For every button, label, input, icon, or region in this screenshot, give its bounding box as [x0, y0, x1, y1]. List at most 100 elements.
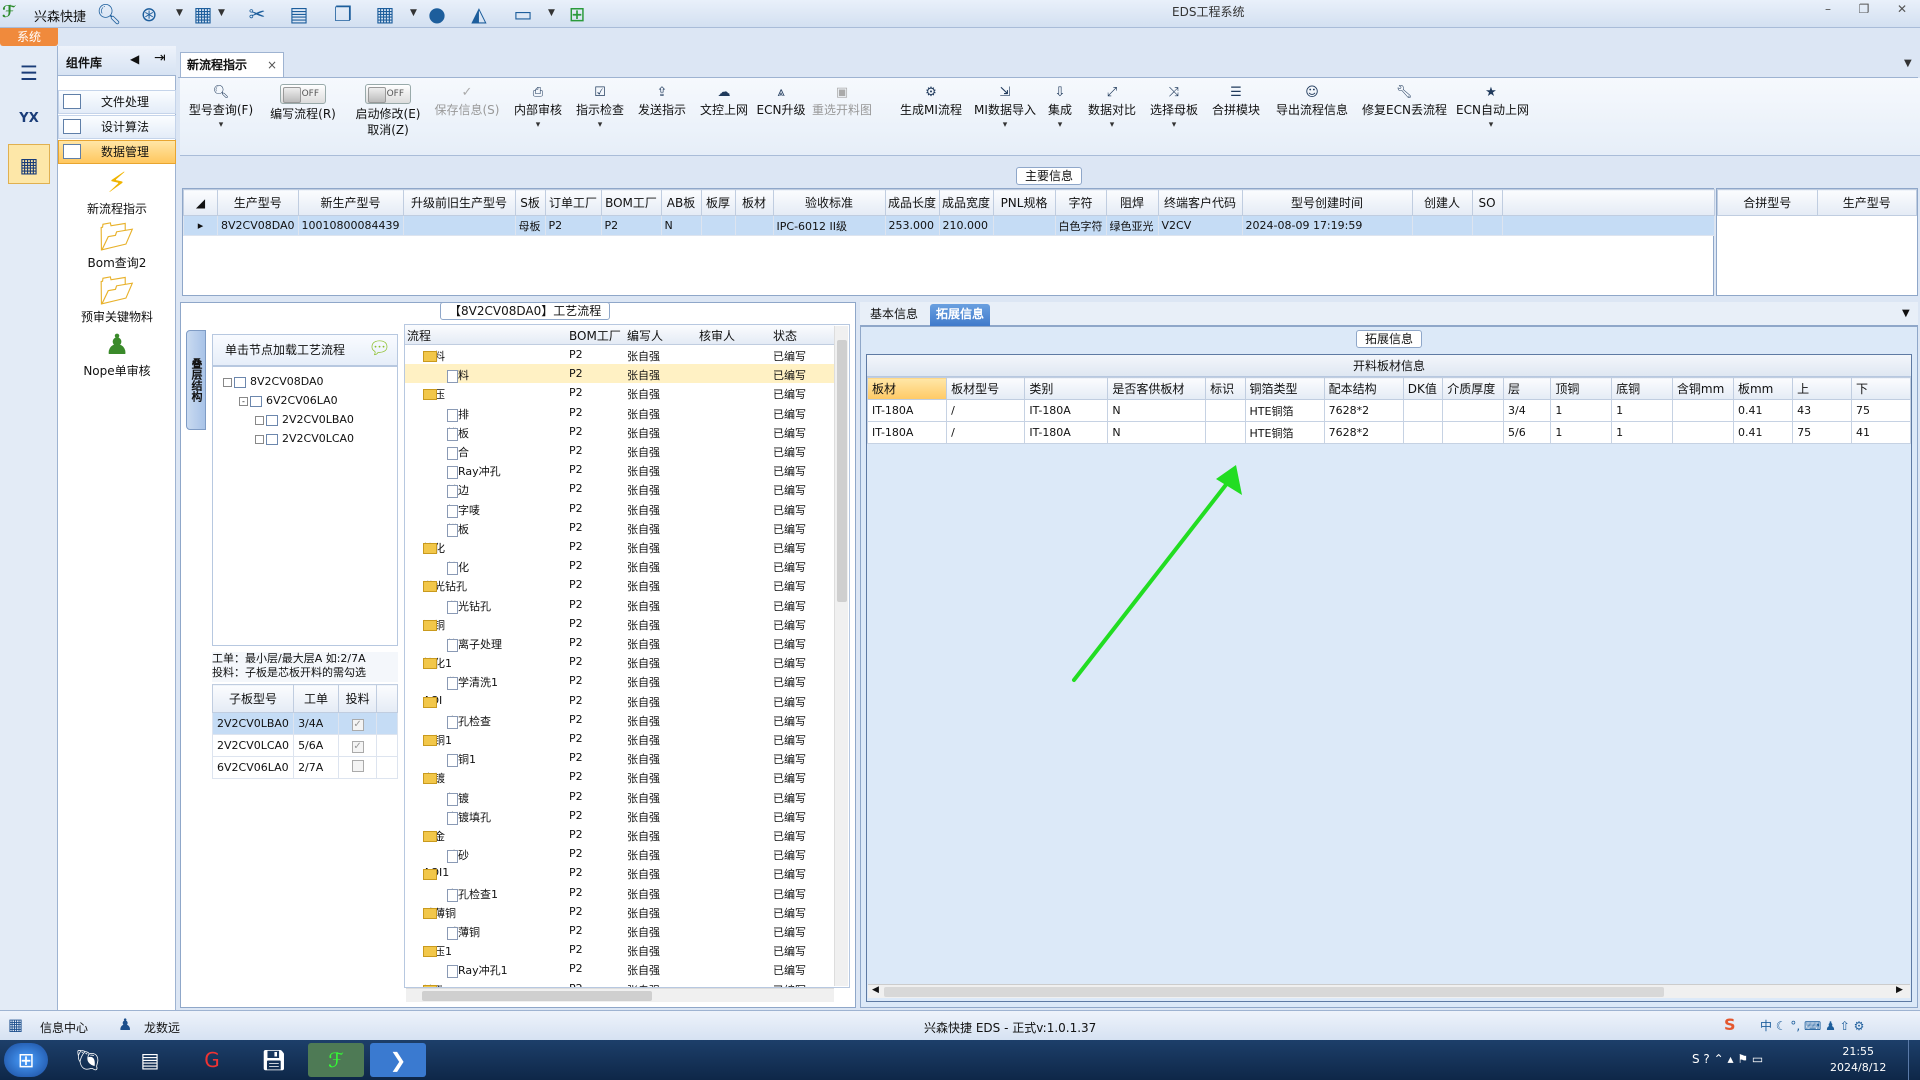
ime-logo-icon[interactable]: S	[1724, 1015, 1736, 1034]
process-row[interactable]: 喷砂 P2 张自强 已编写	[405, 844, 835, 864]
nope-review-button[interactable]: ♟ Nope单审核	[58, 328, 176, 379]
collapse-left-icon[interactable]: ◀	[130, 52, 139, 66]
process-row[interactable]: X-Ray冲孔1 P2 张自强 已编写	[405, 959, 835, 979]
table-cell[interactable]: N	[660, 215, 702, 236]
process-row[interactable]: −沉金 P2 张自强 已编写	[405, 825, 835, 844]
table-cell[interactable]: V2CV	[1157, 215, 1243, 236]
tree-node[interactable]: 8V2CV08DA0	[223, 375, 324, 388]
start-modify-toggle[interactable]: OFF 启动修改(E) 取消(Z)	[348, 84, 428, 148]
table-cell[interactable]: /	[946, 421, 1026, 444]
process-row[interactable]: 板镀 P2 张自强 已编写	[405, 787, 835, 806]
horizontal-scrollbar[interactable]: ◀ ▶	[868, 984, 1910, 998]
table-row[interactable]: ▸ 8V2CV08DA0 10010800084439 母板 P2 P2 N IPC-6012…	[183, 215, 1716, 236]
column-header[interactable]: 标识	[1205, 377, 1246, 400]
scrollbar-thumb[interactable]	[884, 987, 1664, 997]
eds-app-icon[interactable]: ℱ	[308, 1043, 364, 1077]
area-chart-icon[interactable]: ◭	[466, 2, 492, 26]
cancel-label[interactable]: 取消(Z)	[348, 122, 428, 138]
shell-app-icon[interactable]: 🐚︎	[60, 1043, 116, 1077]
table-cell[interactable]	[992, 215, 1056, 236]
expand-toggle-icon[interactable]	[255, 434, 264, 444]
column-header[interactable]: 生产型号	[1816, 189, 1917, 216]
column-header[interactable]: 板mm	[1732, 377, 1794, 400]
chevron-down-icon[interactable]: ▾	[1042, 118, 1078, 132]
process-row[interactable]: 激光钻孔 P2 张自强 已编写	[405, 595, 835, 614]
sub-board-model[interactable]: 2V2CV0LCA0	[211, 734, 295, 757]
node-checkbox[interactable]	[234, 376, 246, 388]
table-cell[interactable]: 0.41	[1732, 399, 1794, 422]
table-cell[interactable]: 75	[1792, 421, 1853, 444]
column-header[interactable]: 验收标准	[772, 189, 886, 216]
column-header[interactable]: 成品宽度	[938, 189, 994, 216]
process-row[interactable]: 开料 P2 张自强 已编写	[405, 364, 835, 384]
table-cell[interactable]: 母板	[514, 215, 546, 236]
system-menu-tab[interactable]: 系统	[0, 28, 58, 46]
table-row[interactable]: IT-180A / IT-180A N HTE铜箔 7628*2 3/4 1 1 0.41 43 75	[866, 399, 1911, 422]
process-row[interactable]: 预排 P2 张自强 已编写	[405, 403, 835, 422]
table-cell[interactable]	[1205, 421, 1246, 444]
menu-item-design-algorithm[interactable]: 设计算法	[58, 115, 176, 139]
fix-ecn-lost-flow-button[interactable]: 🔧︎ 修复ECN丢流程	[1362, 84, 1447, 148]
model-query-button[interactable]: 🔍︎ 型号查询(F) ▾	[186, 84, 256, 148]
tab-close-icon[interactable]: ×	[267, 53, 277, 77]
table-cell[interactable]: 5/6	[1503, 421, 1552, 444]
table-cell[interactable]: 0.41	[1732, 421, 1794, 444]
column-header[interactable]: 核审人	[699, 327, 735, 344]
table-cell[interactable]: P2	[544, 215, 602, 236]
table-cell[interactable]: 白色字符	[1054, 215, 1107, 236]
table-cell[interactable]: 1	[1611, 399, 1673, 422]
ecn-auto-online-button[interactable]: ★ ECN自动上网 ▾	[1456, 84, 1529, 148]
table-cell[interactable]: 41	[1851, 421, 1911, 444]
grid-icon[interactable]: ▦	[8, 1015, 23, 1034]
process-row[interactable]: 排板 P2 张自强 已编写	[405, 422, 835, 441]
process-row[interactable]: 铣边 P2 张自强 已编写	[405, 479, 835, 499]
tab-new-flow-instruction[interactable]: 新流程指示 ×	[180, 52, 284, 78]
chevron-down-icon[interactable]: ▾	[1084, 118, 1140, 132]
chevron-down-icon[interactable]: ▼	[410, 8, 417, 18]
process-row[interactable]: X-Ray冲孔 P2 张自强 已编写	[405, 460, 835, 480]
save-info-button[interactable]: ✓ 保存信息(S)	[432, 84, 502, 148]
tree-node[interactable]: 2V2CV0LBA0	[255, 413, 354, 426]
pin-icon[interactable]: ⇥	[154, 50, 166, 66]
column-header[interactable]: BOM工厂	[569, 327, 621, 344]
feed-checkbox[interactable]: ✓	[351, 718, 364, 731]
table-cell[interactable]	[700, 215, 736, 236]
work-order[interactable]: 5/6A	[293, 734, 339, 757]
process-row[interactable]: −沉铜1 P2 张自强 已编写	[405, 729, 835, 748]
column-header[interactable]: 生产型号	[217, 189, 299, 216]
scroll-right-icon[interactable]: ▶	[1896, 985, 1903, 995]
column-header[interactable]: 板厚	[700, 189, 736, 216]
send-instruction-button[interactable]: ⇪ 发送指示	[634, 84, 690, 148]
tab-basic-info[interactable]: 基本信息	[864, 304, 924, 326]
column-header[interactable]: 新生产型号	[297, 189, 404, 216]
table-cell[interactable]: P2	[600, 215, 662, 236]
instruction-check-button[interactable]: ☑ 指示检查 ▾	[572, 84, 628, 148]
horizontal-scrollbar[interactable]	[406, 988, 834, 1002]
work-order[interactable]: 3/4A	[293, 712, 339, 735]
table-cell[interactable]: 43	[1792, 399, 1853, 422]
prereview-key-material-button[interactable]: 📂︎ 预审关键物料	[58, 274, 176, 325]
table-cell[interactable]: IT-180A	[866, 421, 948, 444]
scrollbar-thumb[interactable]	[422, 991, 652, 1001]
process-row[interactable]: 沉铜1 P2 张自强 已编写	[405, 748, 835, 768]
column-header[interactable]: 板材	[866, 377, 948, 400]
table-cell[interactable]: /	[946, 399, 1026, 422]
chevron-down-icon[interactable]: ▼	[176, 8, 183, 18]
windows-icon[interactable]: ⊞	[564, 2, 590, 26]
column-header[interactable]: 流程	[407, 327, 431, 344]
process-row[interactable]: −激光钻孔 P2 张自强 已编写	[405, 575, 835, 594]
table-cell[interactable]: 7628*2	[1323, 399, 1404, 422]
save-app-icon[interactable]: 💾︎	[246, 1043, 302, 1077]
scroll-left-icon[interactable]: ◀	[872, 985, 879, 995]
process-row[interactable]: 棕化 P2 张自强 已编写	[405, 556, 835, 576]
process-row[interactable]: 电镀填孔 P2 张自强 已编写	[405, 806, 835, 825]
tab-extended-info[interactable]: 拓展信息	[930, 304, 991, 326]
table-cell[interactable]: 10010800084439	[297, 215, 404, 236]
search-icon[interactable]: 🔍︎	[96, 2, 122, 26]
table-cell[interactable]: 1	[1611, 421, 1673, 444]
table-cell[interactable]	[1442, 421, 1505, 444]
doc-control-online-button[interactable]: ☁ 文控上网	[696, 84, 752, 148]
integrate-button[interactable]: ⇩ 集成 ▾	[1042, 84, 1078, 148]
column-header[interactable]: 子板型号	[211, 684, 295, 713]
column-header[interactable]: 板材	[734, 189, 774, 216]
